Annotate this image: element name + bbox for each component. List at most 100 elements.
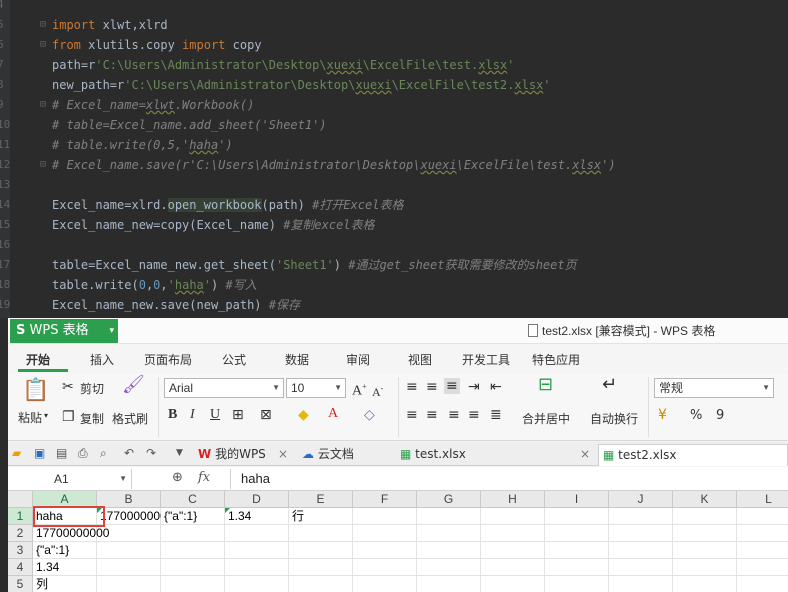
cell-d1[interactable]: 1.34 [225, 508, 289, 525]
spreadsheet-grid[interactable]: ABCDEFGHIJKL 12345 haha17700000000{"a":1… [8, 491, 788, 592]
row-header-2[interactable]: 2 [8, 525, 33, 542]
align-right-icon[interactable]: ≡ [448, 407, 460, 423]
font-size-select[interactable]: 10 ▼ [286, 378, 346, 398]
outdent-icon[interactable]: ⇤ [490, 379, 502, 395]
align-center-icon[interactable]: ≡ [426, 407, 438, 423]
undo-icon[interactable]: ↶ [124, 446, 134, 460]
column-header-j[interactable]: J [609, 491, 673, 508]
print-icon[interactable]: ⎙ [78, 446, 88, 461]
font-name-select[interactable]: Arial ▼ [164, 378, 284, 398]
font-color-icon[interactable]: A [328, 406, 338, 422]
row-header-5[interactable]: 5 [8, 576, 33, 592]
number-format-select[interactable]: 常规 ▼ [654, 378, 774, 398]
comma-style-button[interactable]: 9 [716, 408, 724, 423]
align-top-icon[interactable]: ≡ [406, 379, 418, 395]
paste-button[interactable]: 粘贴 [18, 409, 42, 426]
redo-icon[interactable]: ↷ [146, 446, 156, 460]
tab-data[interactable]: 数据 [285, 351, 309, 368]
column-header-d[interactable]: D [225, 491, 289, 508]
align-left-icon[interactable]: ≡ [406, 407, 418, 423]
tab-special-apps[interactable]: 特色应用 [532, 351, 580, 368]
cell-c1[interactable]: {"a":1} [161, 508, 225, 525]
close-icon[interactable]: × [278, 444, 288, 464]
open-folder-icon[interactable]: ▰ [12, 446, 21, 460]
wps-app-menu-button[interactable]: S WPS 表格 ▾ [10, 319, 118, 343]
tab-insert[interactable]: 插入 [90, 351, 114, 368]
column-header-i[interactable]: I [545, 491, 609, 508]
copy-button[interactable]: 复制 [80, 410, 104, 427]
cut-button[interactable]: 剪切 [80, 380, 104, 397]
bold-button[interactable]: B [168, 407, 177, 423]
insert-function-button[interactable]: fx [198, 470, 210, 485]
name-box[interactable]: A1 ▼ [8, 469, 132, 489]
code-editor[interactable]: 4 5 ⊟ import xlwt,xlrd 6 ⊟ from xlutils.copy i… [0, 0, 788, 318]
align-middle-icon[interactable]: ≡ [426, 379, 438, 395]
tab-formulas[interactable]: 公式 [222, 351, 246, 368]
paste-dropdown-icon[interactable]: ▾ [44, 411, 48, 420]
tab-test2-xlsx[interactable]: ▦ test2.xlsx [598, 444, 788, 466]
fill-color-icon[interactable]: ◆ [298, 407, 309, 423]
copy-icon[interactable]: ❐ [62, 409, 75, 425]
format-painter-button[interactable]: 格式刷 [112, 410, 148, 427]
format-painter-icon[interactable]: 🖌 [122, 376, 145, 394]
row-header-1[interactable]: 1 [8, 508, 33, 525]
select-all-corner[interactable] [8, 491, 33, 508]
save-icon[interactable]: ▣ [34, 446, 45, 460]
cell-a3[interactable]: {"a":1} [33, 542, 97, 559]
cell-a5[interactable]: 列 [33, 576, 97, 592]
indent-icon[interactable]: ⇥ [468, 379, 480, 395]
cell-a4[interactable]: 1.34 [33, 559, 97, 576]
underline-button[interactable]: U [210, 407, 220, 423]
close-icon[interactable]: × [580, 444, 590, 464]
row-header-4[interactable]: 4 [8, 559, 33, 576]
column-header-g[interactable]: G [417, 491, 481, 508]
preview-icon[interactable]: ⌕ [100, 446, 107, 461]
tab-review[interactable]: 审阅 [346, 351, 370, 368]
tab-developer[interactable]: 开发工具 [462, 351, 510, 368]
fold-icon[interactable]: ⊟ [40, 15, 46, 35]
formula-input[interactable]: haha [230, 469, 786, 489]
merge-center-icon[interactable]: ⊟ [538, 376, 553, 394]
wrap-text-icon[interactable]: ↵ [602, 376, 617, 394]
cell-e1[interactable]: 行 [289, 508, 353, 525]
tab-view[interactable]: 视图 [408, 351, 432, 368]
scissors-icon[interactable]: ✂ [62, 379, 74, 395]
zoom-icon[interactable]: ⊕ [172, 470, 183, 485]
cell-b1[interactable]: 17700000000 [97, 508, 161, 525]
cell-a2[interactable]: 17700000000 [33, 525, 161, 542]
column-header-k[interactable]: K [673, 491, 737, 508]
clear-format-icon[interactable]: ◇ [364, 407, 375, 423]
wrap-text-button[interactable]: 自动换行 [590, 410, 638, 427]
column-header-c[interactable]: C [161, 491, 225, 508]
row-header-3[interactable]: 3 [8, 542, 33, 559]
column-header-f[interactable]: F [353, 491, 417, 508]
increase-font-icon[interactable]: A+ [352, 379, 367, 400]
align-bottom-icon[interactable]: ≡ [444, 378, 460, 394]
tab-test-xlsx[interactable]: ▦ test.xlsx × [396, 444, 596, 466]
paste-icon[interactable]: 📋 [22, 379, 49, 403]
percent-button[interactable]: % [690, 408, 702, 423]
fold-icon[interactable]: ⊟ [40, 155, 46, 175]
tab-page-layout[interactable]: 页面布局 [144, 351, 192, 368]
column-header-l[interactable]: L [737, 491, 788, 508]
print-preview-icon[interactable]: ▤ [56, 446, 67, 460]
merge-borders-icon[interactable]: ⊠ [260, 407, 272, 423]
column-header-b[interactable]: B [97, 491, 161, 508]
column-header-e[interactable]: E [289, 491, 353, 508]
column-header-h[interactable]: H [481, 491, 545, 508]
app-button-label: WPS 表格 [29, 323, 89, 338]
borders-icon[interactable]: ⊞ [232, 407, 244, 423]
tab-cloud-docs[interactable]: ☁ 云文档 [298, 444, 392, 466]
distribute-icon[interactable]: ≣ [490, 407, 502, 423]
tab-my-wps[interactable]: W 我的WPS × [194, 444, 294, 466]
decrease-font-icon[interactable]: A- [372, 381, 383, 400]
tab-home[interactable]: 开始 [26, 351, 50, 368]
fold-icon[interactable]: ⊟ [40, 35, 46, 55]
active-tab-indicator [18, 369, 68, 372]
merge-center-button[interactable]: 合并居中 [522, 410, 570, 427]
justify-icon[interactable]: ≡ [468, 407, 480, 423]
quick-access-dropdown-icon[interactable]: ▼ [176, 448, 183, 458]
currency-icon[interactable]: ¥ [658, 407, 667, 423]
italic-button[interactable]: I [190, 407, 195, 423]
fold-icon[interactable]: ⊟ [40, 95, 46, 115]
